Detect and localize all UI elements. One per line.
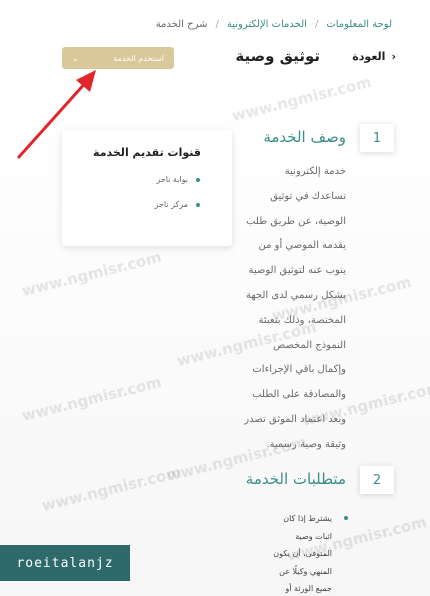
section-title: متطلبات الخدمة xyxy=(245,470,346,488)
section-number: 1 xyxy=(360,124,394,152)
description-line: والمصادقة على الطلب xyxy=(252,389,346,401)
channels-list: بوابة ناجز مركز ناجز xyxy=(76,175,218,209)
requirement-line: المنهي وكيلًا عن xyxy=(279,566,332,576)
requirement-line: يشترط إذا كان xyxy=(283,514,332,523)
channels-title: قنوات تقديم الخدمة xyxy=(93,146,201,159)
description-line: خدمة إلكترونية xyxy=(284,166,346,177)
channel-item[interactable]: مركز ناجز xyxy=(76,200,218,209)
requirement-line: جميع الورثة أو xyxy=(285,584,332,593)
description-line: وإكمال باقي الإجراءات xyxy=(252,364,346,376)
description-line: تساعدك في توثيق xyxy=(270,190,346,202)
section-title: وصف الخدمة xyxy=(263,128,346,146)
section-number: 2 xyxy=(360,466,394,494)
description-line: ينوب عنه لتوثيق الوصية xyxy=(248,265,347,277)
channel-badge: roeitalanjz xyxy=(0,545,130,581)
description-line: الوصية، عن طريق طلب xyxy=(246,215,346,227)
channel-item[interactable]: بوابة ناجز xyxy=(76,175,218,184)
description-line: يقدمه الموصي أو من xyxy=(258,240,346,252)
